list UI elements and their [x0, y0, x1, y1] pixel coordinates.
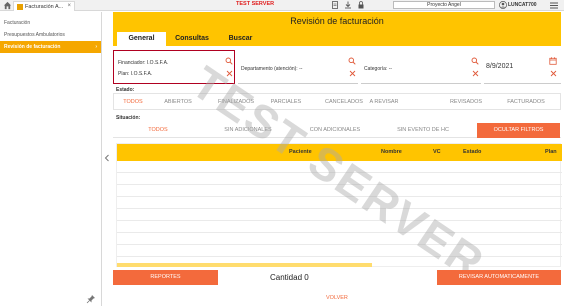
table-row [117, 172, 562, 173]
server-label: TEST SERVER [236, 1, 275, 7]
column-plan[interactable]: Plan [545, 144, 557, 161]
table-row [117, 196, 562, 197]
column-estado[interactable]: Estado [463, 144, 481, 161]
close-icon[interactable] [226, 70, 233, 77]
project-selector[interactable]: Proyecto Angel [393, 1, 495, 9]
results-table: Paciente Nombre VC Estado Plan [116, 143, 562, 267]
reportes-button[interactable]: REPORTES [113, 270, 218, 285]
sidebar: Facturación Presupuestos Ambulatorios Re… [0, 12, 102, 306]
estado-a-revisar[interactable]: A REVISAR [358, 94, 410, 110]
column-paciente[interactable]: Paciente [289, 144, 312, 161]
lock-icon[interactable] [357, 1, 365, 9]
user-icon[interactable] [499, 1, 507, 9]
departamento-field[interactable]: Departamento (atención): -- [238, 50, 358, 84]
categoria-label: Categoría: -- [364, 66, 393, 72]
close-icon[interactable]: × [67, 3, 71, 9]
chevron-left-icon[interactable] [104, 154, 110, 162]
table-row [117, 208, 562, 209]
close-icon[interactable] [550, 70, 557, 77]
tab-buscar[interactable]: Buscar [218, 32, 263, 46]
estado-parciales[interactable]: PARCIALES [264, 94, 308, 110]
estado-revisados[interactable]: REVISADOS [440, 94, 492, 110]
situacion-sin-adicionales[interactable]: SIN ADICIONALES [211, 122, 285, 138]
situacion-con-adicionales[interactable]: CON ADICIONALES [297, 122, 373, 138]
tab-general[interactable]: General [117, 32, 166, 46]
plan-label: Plan: I.O.S.F.A. [118, 71, 153, 77]
sidebar-item-label: Revisión de facturación [4, 44, 61, 50]
financiador-field[interactable]: Financiador: I.O.S.F.A. Plan: I.O.S.F.A. [113, 50, 235, 84]
user-name[interactable]: LUNCAT700 [508, 2, 537, 8]
sidebar-item-revision[interactable]: Revisión de facturación › [0, 41, 101, 53]
sidebar-item-label: Presupuestos Ambulatorios [4, 32, 65, 38]
revisar-automaticamente-button[interactable]: REVISAR AUTOMATICAMENTE [437, 270, 561, 285]
financiador-label: Financiador: I.O.S.F.A. [118, 60, 169, 66]
table-row [117, 232, 562, 233]
estado-abiertos[interactable]: ABIERTOS [154, 94, 202, 110]
tab-label: Facturación A... [25, 3, 64, 10]
fecha-value: 8/9/2021 [486, 63, 514, 70]
close-icon[interactable] [472, 70, 479, 77]
estado-facturados[interactable]: FACTURADOS [498, 94, 554, 110]
tab-bar: General Consultas Buscar [113, 30, 561, 46]
calendar-icon[interactable] [549, 57, 557, 65]
chevron-right-icon: › [95, 44, 97, 50]
document-icon[interactable] [331, 1, 339, 9]
pin-icon[interactable] [86, 294, 96, 304]
home-icon[interactable] [3, 1, 12, 10]
table-row [117, 220, 562, 221]
categoria-field[interactable]: Categoría: -- [361, 50, 481, 84]
close-icon[interactable] [349, 70, 356, 77]
menu-icon[interactable] [550, 2, 558, 9]
search-icon[interactable] [225, 57, 233, 65]
departamento-label: Departamento (atención): -- [241, 66, 303, 72]
volver-link[interactable]: VOLVER [326, 295, 348, 301]
table-row [117, 184, 562, 185]
column-vc[interactable]: VC [433, 144, 441, 161]
sidebar-item-presupuestos[interactable]: Presupuestos Ambulatorios [0, 29, 101, 41]
situacion-sin-evento-hc[interactable]: SIN EVENTO DE HC [383, 122, 463, 138]
search-icon[interactable] [348, 57, 356, 65]
situacion-todos[interactable]: TODOS [133, 122, 183, 138]
situacion-label: Situación: [116, 115, 141, 121]
hide-filters-button[interactable]: OCULTAR FILTROS [477, 123, 560, 138]
search-icon[interactable] [471, 57, 479, 65]
horizontal-scrollbar[interactable] [117, 263, 372, 267]
estado-todos[interactable]: TODOS [116, 94, 150, 110]
app-icon [17, 3, 23, 10]
download-icon[interactable] [344, 1, 352, 9]
tab-facturacion[interactable]: Facturación A... × [13, 1, 75, 11]
page-title: Revisión de facturación [113, 12, 561, 30]
top-bar: Facturación A... × TEST SERVER Proyecto … [0, 0, 564, 11]
sidebar-item-facturacion[interactable]: Facturación [0, 17, 101, 29]
table-row [117, 244, 562, 245]
fecha-field[interactable]: 8/9/2021 [484, 50, 561, 84]
record-count: Cantidad 0 [270, 273, 309, 282]
sidebar-item-label: Facturación [4, 20, 31, 26]
estado-options: TODOS ABIERTOS FINALIZADOS PARCIALES CAN… [113, 93, 561, 110]
table-row [117, 256, 562, 257]
tab-consultas[interactable]: Consultas [166, 32, 218, 46]
column-nombre[interactable]: Nombre [381, 144, 402, 161]
estado-finalizados[interactable]: FINALIZADOS [208, 94, 264, 110]
table-header: Paciente Nombre VC Estado Plan [117, 144, 562, 161]
